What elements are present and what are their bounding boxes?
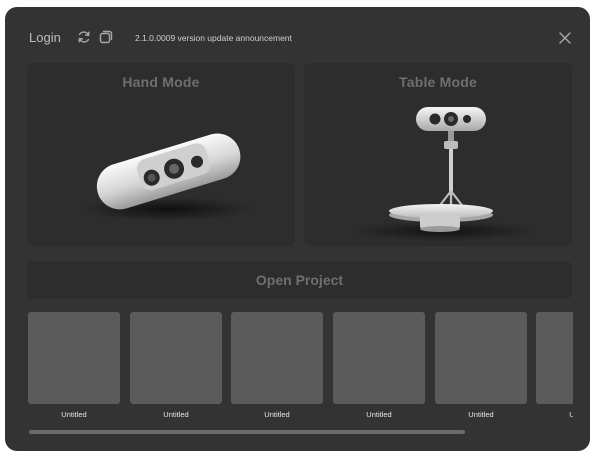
open-project-label: Open Project [255,272,344,288]
close-icon[interactable] [558,31,572,45]
project-name: Untitled [264,410,290,419]
start-window: Login 2.1.0.0009 version update announce… [5,7,590,451]
handheld-scanner-image [81,133,253,221]
project-item[interactable]: Untitled [231,312,323,419]
recent-projects-list: Untitled Untitled Untitled Untitled Unti… [28,312,573,427]
version-announcement-link[interactable]: 2.1.0.0009 version update announcement [135,33,292,43]
project-item[interactable]: Untitled [536,312,573,419]
project-item[interactable]: Untitled [333,312,425,419]
project-name: Untitled [468,410,494,419]
project-name: Untitled [366,410,392,419]
project-name: Untitled [163,410,189,419]
project-thumbnail [130,312,222,404]
window-icon[interactable] [98,29,114,45]
project-thumbnail [435,312,527,404]
top-bar: Login 2.1.0.0009 version update announce… [5,7,590,55]
project-item[interactable]: Untitled [28,312,120,419]
table-mode-card[interactable]: Table Mode [304,63,572,246]
project-thumbnail [231,312,323,404]
project-thumbnail [536,312,573,404]
project-item[interactable]: Untitled [130,312,222,419]
refresh-icon[interactable] [76,29,92,45]
table-scanner-image [352,107,536,241]
project-name: Untitled [569,410,573,419]
projects-scrollbar[interactable] [29,430,465,434]
hand-mode-card[interactable]: Hand Mode [27,63,295,246]
project-thumbnail [333,312,425,404]
project-item[interactable]: Untitled [435,312,527,419]
login-link[interactable]: Login [29,30,61,45]
project-thumbnail [28,312,120,404]
open-project-button[interactable]: Open Project [27,261,572,299]
project-name: Untitled [61,410,87,419]
